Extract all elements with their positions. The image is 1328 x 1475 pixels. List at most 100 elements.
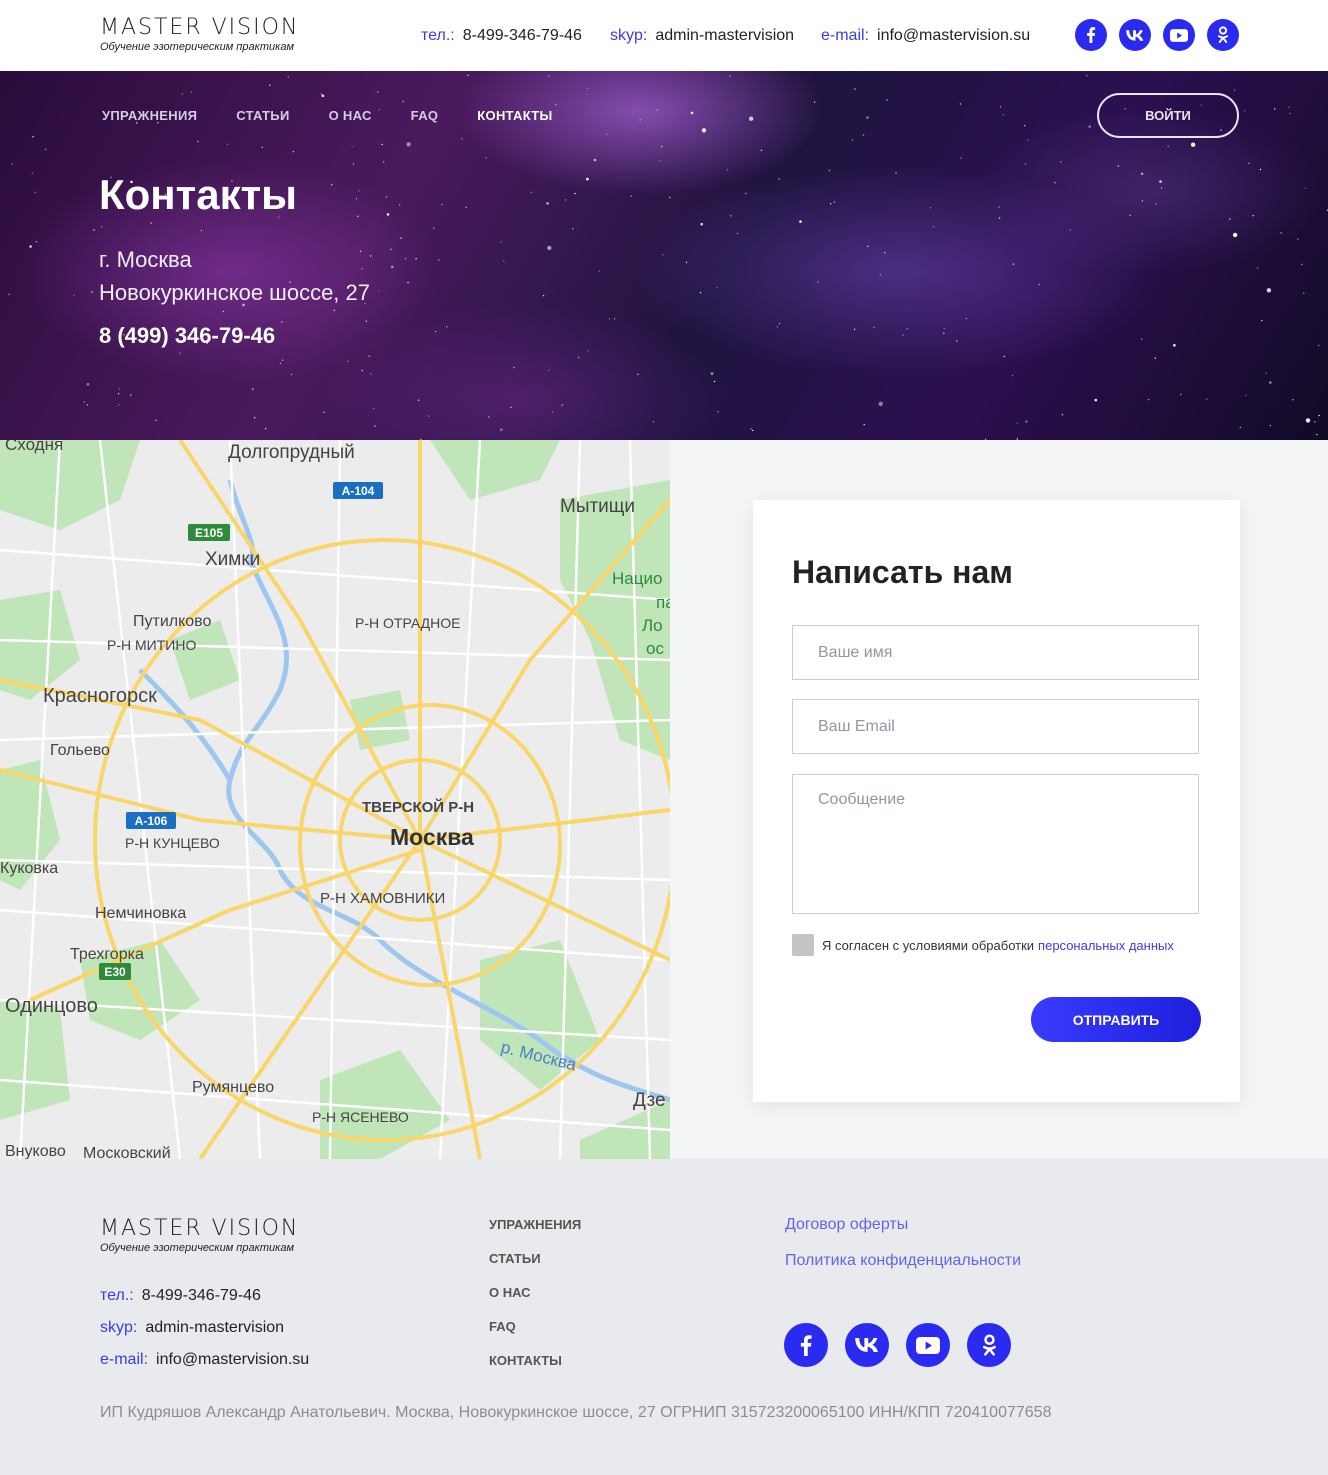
star: [716, 286, 718, 289]
star: [884, 251, 886, 254]
star: [752, 429, 754, 432]
email-input[interactable]: [792, 699, 1199, 754]
map-canvas[interactable]: A-104 E105 A-106 E30 Сходня Долгопрудный…: [0, 440, 670, 1159]
map-label: Москва: [390, 824, 474, 850]
skype-value[interactable]: admin-mastervision: [655, 27, 794, 44]
star: [699, 291, 702, 294]
star: [1288, 106, 1290, 108]
nav-item-faq[interactable]: FAQ: [411, 108, 439, 123]
star: [11, 163, 13, 165]
star: [346, 360, 349, 362]
footer-nav-exercises[interactable]: УПРАЖНЕНИЯ: [489, 1217, 581, 1233]
facebook-icon[interactable]: [1075, 19, 1107, 51]
footer-logo[interactable]: MASTER VISION Обучение эзотерическим пра…: [100, 1218, 299, 1255]
login-button[interactable]: ВОЙТИ: [1097, 93, 1239, 138]
star: [1141, 338, 1143, 340]
star: [29, 245, 32, 248]
star: [361, 369, 363, 372]
nav-item-about[interactable]: О НАС: [329, 108, 372, 123]
star: [1265, 372, 1267, 374]
star: [960, 157, 962, 159]
email-label: e-mail:: [100, 1351, 149, 1368]
star: [434, 331, 437, 333]
star: [374, 425, 376, 427]
nav-item-articles[interactable]: СТАТЬИ: [236, 108, 289, 123]
submit-button[interactable]: ОТПРАВИТЬ: [1031, 997, 1201, 1042]
star: [118, 388, 120, 390]
star: [999, 106, 1002, 108]
email-value[interactable]: info@mastervision.su: [877, 27, 1030, 44]
star: [320, 93, 323, 95]
star: [574, 192, 576, 195]
star: [1011, 374, 1014, 377]
footer-nav-articles[interactable]: СТАТЬИ: [489, 1251, 581, 1267]
star: [461, 138, 463, 140]
star: [290, 373, 293, 376]
star: [548, 75, 550, 77]
main-nav: УПРАЖНЕНИЯ СТАТЬИ О НАС FAQ КОНТАКТЫ: [102, 108, 553, 123]
map-label: Р-Н ХАМОВНИКИ: [320, 890, 445, 907]
map-label: Румянцево: [192, 1079, 274, 1096]
consent-checkbox[interactable]: [792, 934, 814, 956]
star: [323, 411, 325, 413]
offer-link[interactable]: Договор оферты: [785, 1216, 908, 1234]
star: [639, 119, 641, 121]
star: [404, 258, 407, 260]
star: [500, 241, 502, 243]
star: [1274, 108, 1276, 110]
phone-label: тел.:: [421, 27, 455, 44]
odnoklassniki-icon[interactable]: [967, 1323, 1011, 1367]
star: [1141, 200, 1144, 202]
star: [1297, 238, 1299, 240]
star: [86, 404, 89, 406]
header-socials: [1075, 19, 1239, 51]
star: [8, 293, 10, 296]
star: [873, 326, 875, 329]
star: [669, 196, 671, 199]
map-label: Куковка: [0, 860, 58, 877]
email-value[interactable]: info@mastervision.su: [156, 1351, 309, 1368]
star: [548, 369, 550, 372]
nav-item-exercises[interactable]: УПРАЖНЕНИЯ: [102, 108, 197, 123]
star: [530, 191, 532, 194]
footer-socials: [784, 1323, 1011, 1367]
star: [1301, 263, 1303, 266]
odnoklassniki-icon[interactable]: [1207, 19, 1239, 51]
star: [1094, 398, 1098, 402]
map-label: Р-Н ЯСЕНЕВО: [312, 1109, 409, 1125]
youtube-icon[interactable]: [1163, 19, 1195, 51]
star: [372, 407, 375, 410]
skype-value[interactable]: admin-mastervision: [145, 1319, 284, 1336]
phone-value[interactable]: 8-499-346-79-46: [463, 27, 582, 44]
map[interactable]: A-104 E105 A-106 E30 Сходня Долгопрудный…: [0, 440, 670, 1159]
vk-icon[interactable]: [1119, 19, 1151, 51]
header-logo[interactable]: MASTER VISION Обучение эзотерическим пра…: [100, 17, 299, 54]
name-input[interactable]: [792, 625, 1199, 680]
star: [399, 204, 401, 206]
footer-nav-faq[interactable]: FAQ: [489, 1319, 581, 1335]
star: [117, 392, 120, 395]
star: [587, 350, 589, 352]
star: [851, 139, 854, 141]
privacy-link[interactable]: Политика конфиденциальности: [785, 1252, 1021, 1270]
message-textarea[interactable]: [792, 774, 1199, 914]
map-label: Нацио: [612, 569, 662, 588]
star: [261, 146, 263, 148]
star: [352, 163, 355, 165]
star: [415, 258, 417, 260]
hero-phone[interactable]: 8 (499) 346-79-46: [99, 323, 275, 349]
vk-icon[interactable]: [845, 1323, 889, 1367]
facebook-icon[interactable]: [784, 1323, 828, 1367]
star: [895, 172, 897, 174]
footer-nav-about[interactable]: О НАС: [489, 1285, 581, 1301]
star: [45, 148, 47, 150]
personal-data-link[interactable]: персональных данных: [1038, 938, 1174, 953]
star: [854, 88, 856, 90]
phone-value[interactable]: 8-499-346-79-46: [142, 1287, 261, 1304]
youtube-icon[interactable]: [906, 1323, 950, 1367]
footer-nav-contacts[interactable]: КОНТАКТЫ: [489, 1353, 581, 1369]
star: [1117, 165, 1120, 167]
map-label: Гольево: [50, 742, 110, 759]
star: [956, 340, 958, 342]
nav-item-contacts[interactable]: КОНТАКТЫ: [477, 108, 552, 123]
